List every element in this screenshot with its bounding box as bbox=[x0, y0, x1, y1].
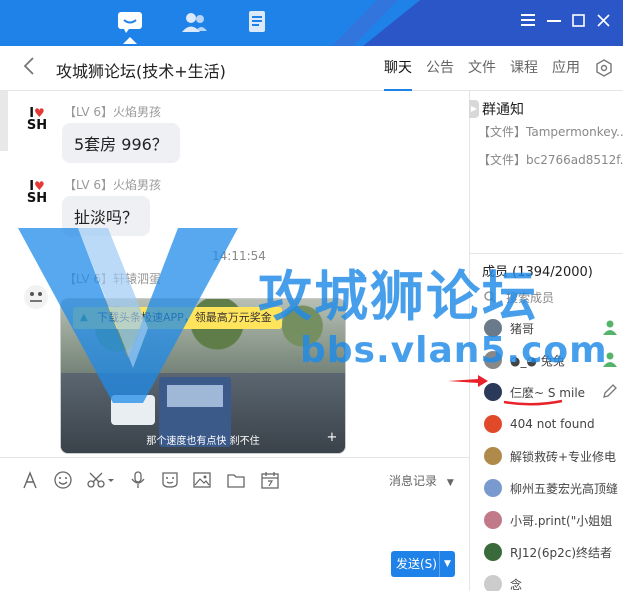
tab-courses[interactable]: 课程 bbox=[510, 46, 538, 91]
send-button-label: 发送(S) bbox=[396, 557, 437, 571]
message-history-link[interactable]: 消息记录 ▼ bbox=[389, 472, 454, 489]
message-sender[interactable]: 【LV 6】轩辕泗蛋 bbox=[64, 270, 161, 287]
avatar[interactable]: I♥ SH bbox=[24, 107, 50, 137]
minimize-icon[interactable] bbox=[546, 12, 562, 28]
files-tab-icon[interactable] bbox=[244, 9, 272, 35]
admin-user-icon bbox=[603, 320, 617, 335]
member-name: 念 bbox=[510, 577, 523, 591]
right-panel: 群通知 【文件】Tampermonkey... 【文件】bc2766ad8512… bbox=[469, 91, 623, 591]
list-item[interactable]: 猪哥 bbox=[484, 317, 623, 339]
avatar bbox=[484, 511, 502, 529]
members-title: 成员 (1394/2000) bbox=[482, 265, 593, 280]
avatar[interactable]: I♥ SH bbox=[24, 180, 50, 210]
menu-icon[interactable] bbox=[520, 12, 536, 28]
chat-area[interactable]: I♥ SH 【LV 6】火焰男孩 5套房 996？ I♥ SH 【LV 6】火焰男孩… bbox=[0, 91, 469, 457]
member-search[interactable]: 搜索成员 bbox=[484, 289, 554, 306]
folder-icon[interactable] bbox=[226, 470, 246, 490]
video-message[interactable]: 下载头条极速APP，领最高万元奖金 那个速度也有点快 刹不住 + bbox=[60, 298, 346, 454]
video-ad-banner[interactable]: 下载头条极速APP，领最高万元奖金 bbox=[73, 307, 282, 329]
member-name: 猪哥 bbox=[510, 321, 535, 336]
close-icon[interactable] bbox=[595, 12, 611, 28]
video-frame-car bbox=[111, 395, 155, 425]
calendar-icon[interactable] bbox=[260, 470, 280, 490]
avatar[interactable] bbox=[22, 283, 50, 311]
notice-item[interactable]: 【文件】bc2766ad8512f... bbox=[478, 151, 623, 168]
list-item[interactable]: 404 not found bbox=[484, 413, 623, 435]
chat-tab-icon[interactable] bbox=[116, 9, 144, 44]
list-item[interactable]: RJ12(6p2c)终结者 bbox=[484, 541, 623, 563]
collapse-panel-chevron-icon[interactable]: ▶ bbox=[469, 100, 479, 118]
avatar bbox=[484, 415, 502, 433]
member-name: ◕_◕ 兔兔 bbox=[510, 353, 565, 368]
contacts-tab-icon[interactable] bbox=[180, 9, 208, 35]
member-name: 柳州五菱宏光高顶缝 bbox=[510, 481, 619, 496]
top-bar bbox=[0, 0, 623, 46]
avatar bbox=[484, 543, 502, 561]
message-history-label: 消息记录 bbox=[389, 474, 438, 488]
screenshot-scissors-icon[interactable] bbox=[86, 470, 114, 490]
message-sender[interactable]: 【LV 6】火焰男孩 bbox=[64, 176, 161, 193]
tab-apps[interactable]: 应用 bbox=[552, 46, 580, 91]
list-item[interactable]: ◕_◕ 兔兔 bbox=[484, 349, 623, 371]
edit-pencil-icon[interactable] bbox=[602, 383, 618, 399]
list-item[interactable]: 念 bbox=[484, 573, 623, 591]
header-tabs: 聊天 公告 文件 课程 应用 bbox=[384, 46, 594, 91]
tab-announcements[interactable]: 公告 bbox=[426, 46, 454, 91]
divider bbox=[470, 253, 623, 254]
avatar bbox=[484, 575, 502, 591]
maximize-icon[interactable] bbox=[570, 12, 586, 28]
chat-header: 攻城狮论坛(技术+生活) 聊天 公告 文件 课程 应用 bbox=[0, 46, 623, 91]
tab-files[interactable]: 文件 bbox=[468, 46, 496, 91]
notice-item[interactable]: 【文件】Tampermonkey... bbox=[478, 123, 623, 140]
avatar bbox=[484, 479, 502, 497]
group-title: 攻城狮论坛(技术+生活) bbox=[56, 62, 226, 81]
message-bubble: 5套房 996？ bbox=[62, 123, 180, 163]
admin-user-icon bbox=[603, 352, 617, 367]
member-name: 小哥.print("小姐姐 bbox=[510, 513, 613, 528]
red-arrow-annotation-icon bbox=[448, 375, 488, 387]
font-icon[interactable] bbox=[20, 470, 40, 490]
red-underline-annotation bbox=[503, 399, 563, 406]
member-search-placeholder: 搜索成员 bbox=[506, 291, 555, 305]
image-icon[interactable] bbox=[192, 470, 212, 490]
send-button[interactable]: 发送(S) ▼ bbox=[391, 551, 455, 577]
member-name: RJ12(6p2c)终结者 bbox=[510, 545, 612, 560]
settings-hex-icon[interactable] bbox=[595, 59, 613, 77]
search-icon bbox=[484, 291, 496, 303]
list-item[interactable]: 解锁救砖+专业修电 bbox=[484, 445, 623, 467]
emoji-icon[interactable] bbox=[53, 470, 73, 490]
chevron-down-icon: ▼ bbox=[446, 478, 454, 488]
input-toolbar: 消息记录 ▼ bbox=[0, 457, 469, 501]
sticker-icon[interactable] bbox=[160, 470, 180, 490]
member-name: 404 not found bbox=[510, 417, 595, 431]
message-input[interactable] bbox=[0, 501, 469, 591]
send-options-chevron-icon[interactable]: ▼ bbox=[439, 551, 455, 577]
video-expand-icon[interactable]: + bbox=[325, 431, 339, 445]
chat-scroll-strip bbox=[0, 91, 8, 151]
member-name: 解锁救砖+专业修电 bbox=[510, 449, 617, 464]
tab-chat[interactable]: 聊天 bbox=[384, 46, 412, 91]
group-notice-title: 群通知 bbox=[482, 102, 524, 118]
avatar bbox=[484, 351, 502, 369]
avatar bbox=[484, 447, 502, 465]
time-divider: 14:11:54 bbox=[212, 249, 266, 263]
message-sender[interactable]: 【LV 6】火焰男孩 bbox=[64, 103, 161, 120]
avatar bbox=[484, 319, 502, 337]
list-item[interactable]: 柳州五菱宏光高顶缝 bbox=[484, 477, 623, 499]
microphone-icon[interactable] bbox=[128, 470, 148, 490]
list-item[interactable]: 小哥.print("小姐姐 bbox=[484, 509, 623, 531]
back-icon[interactable] bbox=[22, 56, 36, 82]
message-bubble: 扯淡吗？ bbox=[62, 196, 151, 236]
video-subtitle: 那个速度也有点快 刹不住 bbox=[146, 436, 260, 447]
